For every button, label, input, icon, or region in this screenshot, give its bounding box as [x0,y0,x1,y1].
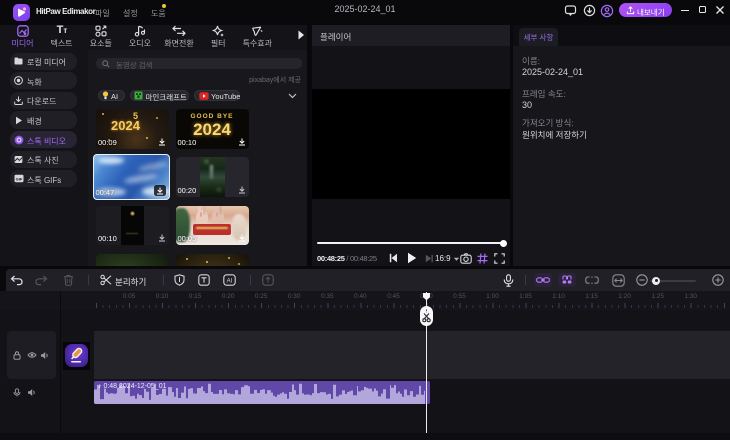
svg-text:GIF: GIF [15,177,22,182]
svg-text:AI: AI [227,278,233,284]
